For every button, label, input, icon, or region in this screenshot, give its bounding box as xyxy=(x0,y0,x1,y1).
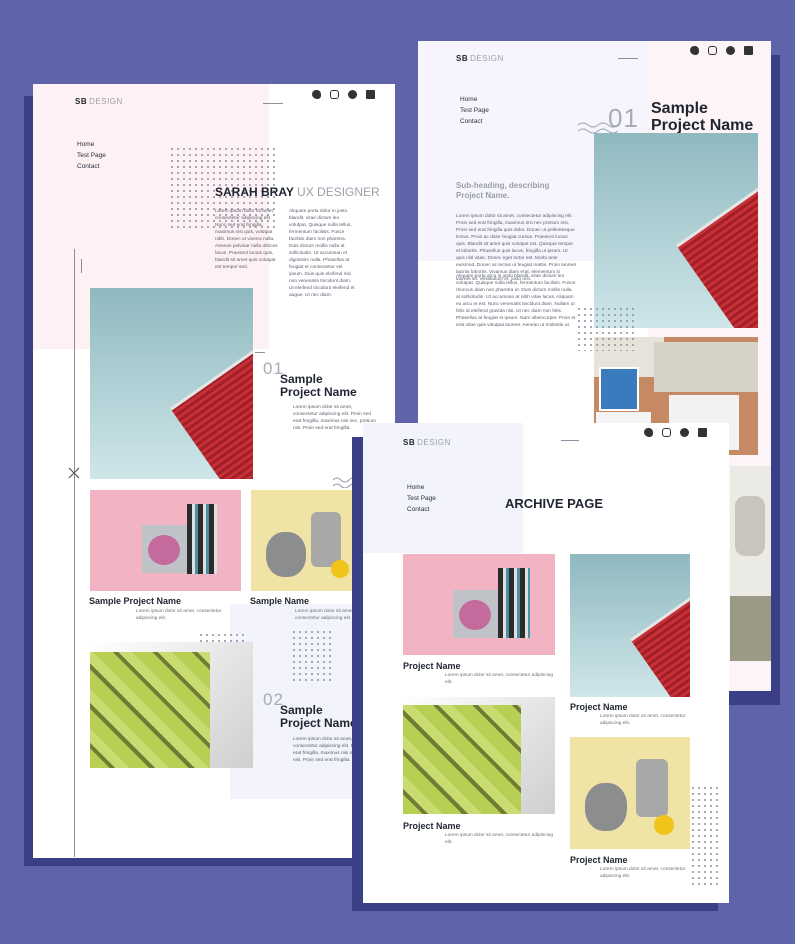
grid-caption-1[interactable]: Sample Project Name xyxy=(89,596,181,606)
nav-home[interactable]: Home xyxy=(407,482,436,493)
archive-card-title[interactable]: Project Name xyxy=(570,702,628,712)
archive-card-title[interactable]: Project Name xyxy=(403,661,461,671)
dot-pattern xyxy=(690,785,720,885)
nav-contact[interactable]: Contact xyxy=(460,116,489,127)
main-nav: Home Test Page Contact xyxy=(460,94,489,127)
project-title: Sample Project Name xyxy=(651,100,754,134)
github-icon[interactable] xyxy=(726,46,735,55)
book-photo[interactable] xyxy=(90,490,241,591)
twitter-icon[interactable] xyxy=(690,46,699,55)
twitter-icon[interactable] xyxy=(312,90,321,99)
dot-pattern xyxy=(291,629,331,684)
project-title: Sample Project Name xyxy=(280,703,357,730)
architecture-photo[interactable] xyxy=(90,642,253,768)
close-icon[interactable] xyxy=(68,467,80,479)
project-subheading: Sub-heading, describing Project Name. xyxy=(456,181,550,200)
building-photo[interactable] xyxy=(90,288,253,479)
building-photo[interactable] xyxy=(570,554,690,697)
dot-pattern xyxy=(576,306,636,351)
archive-card-title[interactable]: Project Name xyxy=(403,821,461,831)
still-life-photo[interactable] xyxy=(251,490,362,591)
intro-left: Lorem ipsum dolor sit amet, consectetur … xyxy=(215,209,278,270)
instagram-icon[interactable] xyxy=(708,46,717,55)
archive-card-desc: Lorem ipsum dolor sit amet, consectetur … xyxy=(445,673,553,685)
linkedin-icon[interactable] xyxy=(744,46,753,55)
project-paragraph-2: Aliquam porta arcu in justo blandit, vit… xyxy=(456,274,576,328)
nav-contact[interactable]: Contact xyxy=(77,161,106,172)
project-title: Sample Project Name xyxy=(280,372,357,399)
grid-caption-2[interactable]: Sample Name xyxy=(250,596,309,606)
linkedin-icon[interactable] xyxy=(698,428,707,437)
social-links xyxy=(690,46,753,55)
social-links xyxy=(312,90,375,99)
github-icon[interactable] xyxy=(680,428,689,437)
archive-card-title[interactable]: Project Name xyxy=(570,855,628,865)
nav-test-page[interactable]: Test Page xyxy=(460,105,489,116)
instagram-icon[interactable] xyxy=(330,90,339,99)
main-nav: Home Test Page Contact xyxy=(407,482,436,515)
github-icon[interactable] xyxy=(348,90,357,99)
building-photo[interactable] xyxy=(594,133,758,328)
page-title: ARCHIVE PAGE xyxy=(505,496,603,511)
archive-card-desc: Lorem ipsum dolor sit amet, consectetur … xyxy=(600,867,686,879)
social-links xyxy=(644,428,707,437)
archive-page-mockup: SB DESIGN Home Test Page Contact ARCHIVE … xyxy=(363,423,729,903)
nav-test-page[interactable]: Test Page xyxy=(77,150,106,161)
still-life-photo[interactable] xyxy=(570,737,690,849)
nav-home[interactable]: Home xyxy=(460,94,489,105)
instagram-icon[interactable] xyxy=(662,428,671,437)
twitter-icon[interactable] xyxy=(644,428,653,437)
main-nav: Home Test Page Contact xyxy=(77,139,106,172)
brand-logo[interactable]: SB DESIGN xyxy=(75,97,123,106)
intro-right: Aliquam porta dolor in justo blandit, vi… xyxy=(289,209,355,298)
architecture-photo[interactable] xyxy=(403,697,555,814)
archive-card-desc: Lorem ipsum dolor sit amet, consectetur … xyxy=(600,714,686,726)
nav-home[interactable]: Home xyxy=(77,139,106,150)
sketch-photo[interactable] xyxy=(730,466,771,661)
archive-card-desc: Lorem ipsum dolor sit amet, consectetur … xyxy=(445,833,553,845)
brand-logo[interactable]: SB DESIGN xyxy=(456,54,504,63)
home-page-mockup: SB DESIGN Home Test Page Contact SARAH BR… xyxy=(33,84,395,858)
book-photo[interactable] xyxy=(403,554,555,655)
hero-title: SARAH BRAY UX DESIGNER xyxy=(215,185,380,199)
grid-desc-1: Lorem ipsum dolor sit amet, consectetur … xyxy=(136,609,222,621)
brand-logo[interactable]: SB DESIGN xyxy=(403,438,451,447)
nav-contact[interactable]: Contact xyxy=(407,504,436,515)
nav-test-page[interactable]: Test Page xyxy=(407,493,436,504)
linkedin-icon[interactable] xyxy=(366,90,375,99)
